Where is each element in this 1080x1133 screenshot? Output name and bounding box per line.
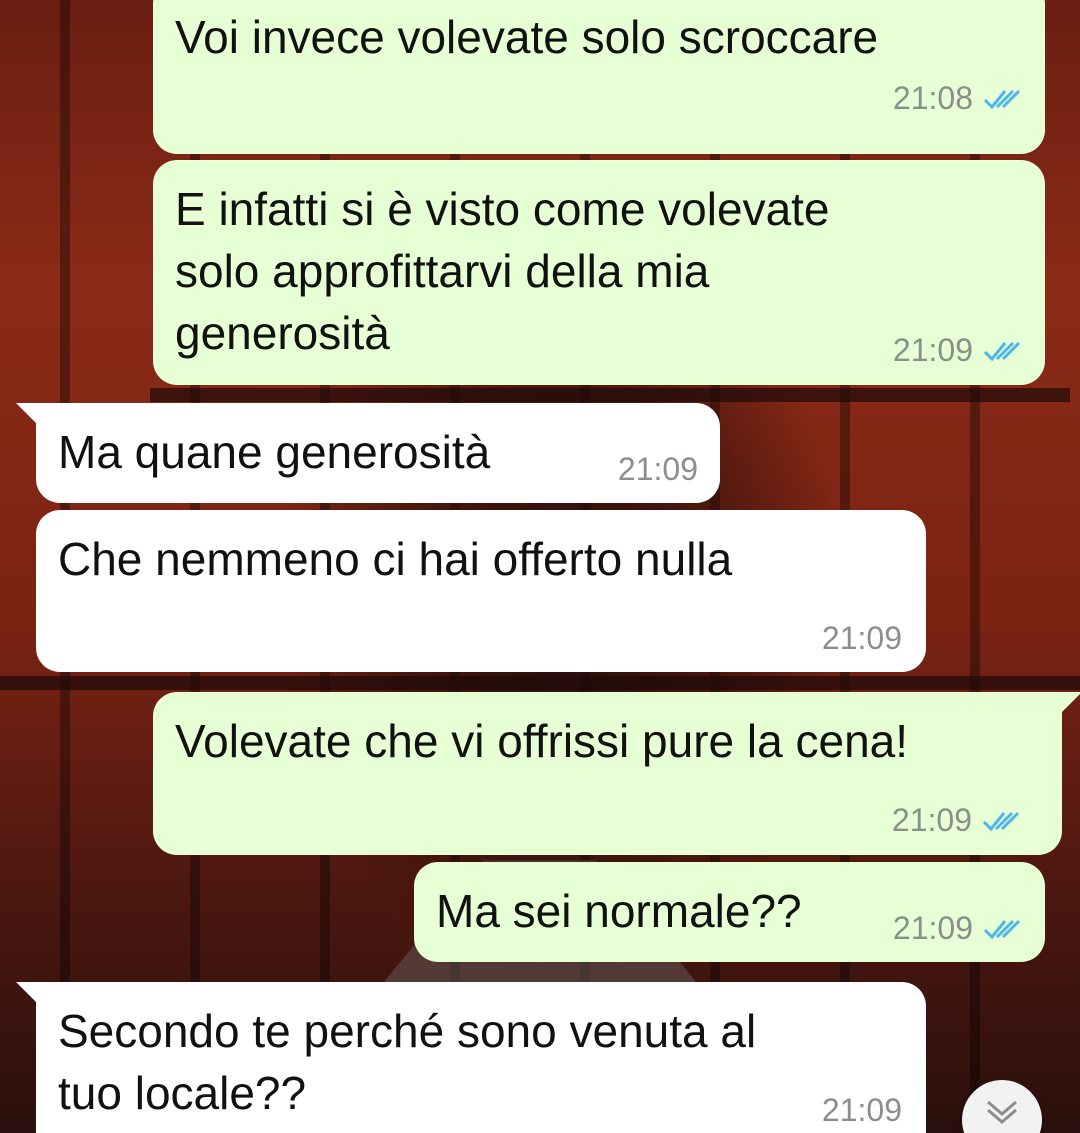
message-text: E infatti si è visto come volevate solo … [175, 183, 830, 359]
message-bubble-incoming[interactable]: Che nemmeno ci hai offerto nulla 21:09 [36, 510, 926, 672]
double-check-icon [983, 89, 1021, 109]
bubble-tail [16, 982, 36, 1002]
message-meta: 21:09 [893, 910, 1023, 947]
message-bubble-outgoing[interactable]: Ma sei normale?? 21:09 [414, 862, 1045, 962]
message-time: 21:08 [892, 80, 973, 116]
wallpaper-beam [0, 676, 1080, 690]
message-meta: 21:08 [893, 80, 1023, 117]
message-meta: 21:09 [893, 332, 1023, 369]
message-time: 21:09 [821, 1092, 902, 1128]
message-meta: 21:09 [892, 802, 1022, 839]
bubble-tail [1062, 692, 1080, 712]
message-text: Secondo te perché sono venuta al tuo loc… [58, 1005, 757, 1119]
message-meta: 21:09 [822, 620, 902, 657]
message-time: 21:09 [892, 910, 973, 946]
message-bubble-incoming[interactable]: Secondo te perché sono venuta al tuo loc… [16, 982, 926, 1133]
message-time: 21:09 [821, 620, 902, 656]
message-text: Voi invece volevate solo scroccare [175, 11, 879, 63]
message-meta: 21:09 [618, 451, 698, 488]
message-bubble-outgoing[interactable]: E infatti si è visto come volevate solo … [153, 160, 1045, 385]
double-check-icon [982, 811, 1020, 831]
message-text: Ma quane generosità [58, 426, 491, 478]
message-time: 21:09 [617, 451, 698, 487]
message-time: 21:09 [891, 802, 972, 838]
wallpaper-beam [150, 388, 1070, 402]
bubble-tail [16, 403, 36, 423]
message-meta: 21:09 [822, 1092, 902, 1129]
message-text: Volevate che vi offrissi pure la cena! [175, 715, 909, 767]
double-check-icon [983, 341, 1021, 361]
message-bubble-incoming[interactable]: Ma quane generosità 21:09 [16, 403, 720, 503]
message-text: Che nemmeno ci hai offerto nulla [58, 533, 733, 585]
message-text: Ma sei normale?? [436, 885, 802, 937]
chevron-double-down-icon [987, 1100, 1017, 1124]
message-time: 21:09 [892, 332, 973, 368]
message-bubble-outgoing[interactable]: Voi invece volevate solo scroccare 21:08 [153, 0, 1045, 154]
double-check-icon [983, 919, 1021, 939]
message-bubble-outgoing[interactable]: Volevate che vi offrissi pure la cena! 2… [153, 692, 1080, 855]
